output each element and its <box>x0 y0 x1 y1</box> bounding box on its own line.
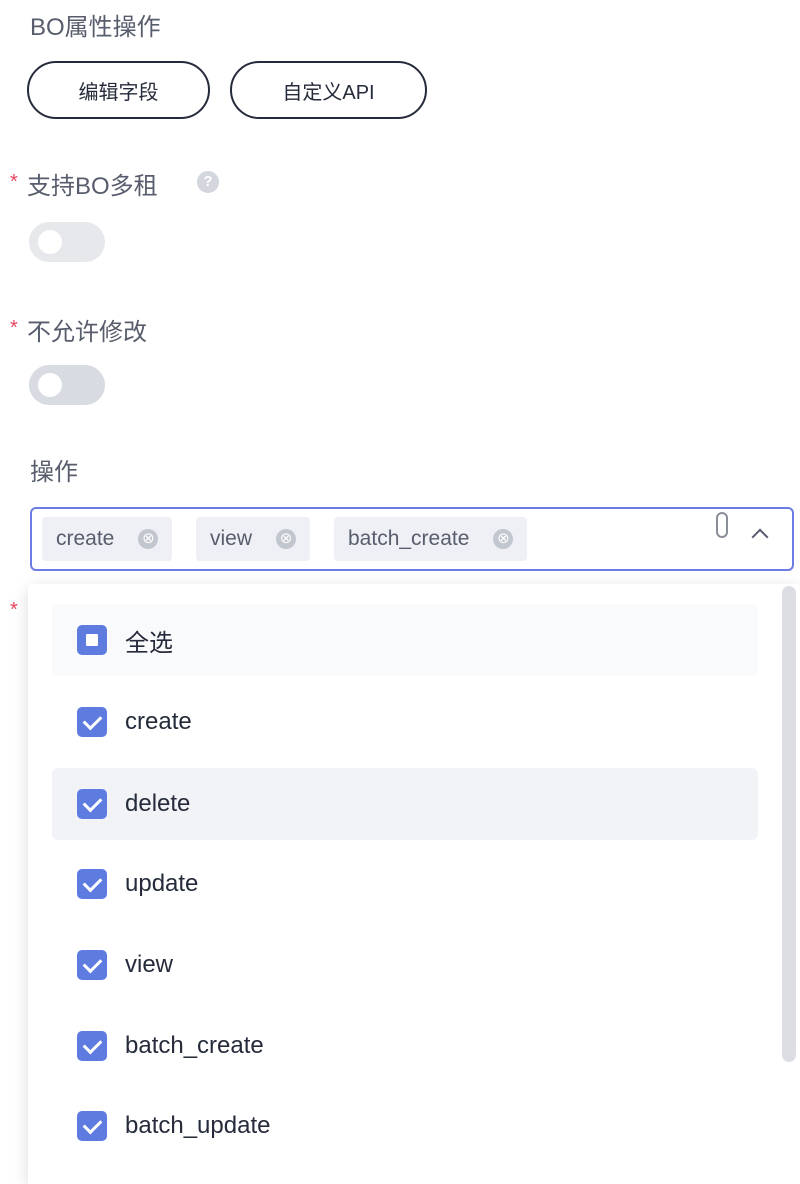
option-view[interactable]: view <box>52 929 758 1001</box>
multi-tenant-toggle[interactable] <box>29 222 105 262</box>
checkbox-checked-icon[interactable] <box>77 950 107 980</box>
help-icon[interactable]: ? <box>197 171 219 193</box>
not-modifiable-label: 不允许修改 <box>27 319 147 346</box>
option-label: view <box>125 951 174 978</box>
required-star: * <box>10 599 18 621</box>
checkbox-checked-icon[interactable] <box>77 789 107 819</box>
operations-dropdown: 全选 create delete update view batch_creat… <box>28 584 800 1184</box>
checkbox-checked-icon[interactable] <box>77 707 107 737</box>
option-batch-create[interactable]: batch_create <box>52 1010 758 1082</box>
option-label: update <box>125 870 199 897</box>
tag-label: view <box>210 527 253 550</box>
selected-tag: create ⊗ <box>42 517 173 561</box>
select-all-option[interactable]: 全选 <box>52 604 758 676</box>
selected-tag: view ⊗ <box>196 517 311 561</box>
option-batch-update[interactable]: batch_update <box>52 1090 758 1162</box>
required-star: * <box>10 317 18 339</box>
edit-fields-button[interactable]: 编辑字段 <box>27 61 210 119</box>
tag-label: create <box>56 527 115 550</box>
checkbox-checked-icon[interactable] <box>77 1031 107 1061</box>
chevron-up-icon[interactable] <box>751 528 769 546</box>
not-modifiable-toggle[interactable] <box>29 365 105 405</box>
toggle-knob <box>38 373 62 397</box>
multi-tenant-label: 支持BO多租 <box>27 173 158 200</box>
required-star: * <box>10 171 18 193</box>
tag-remove-icon[interactable]: ⊗ <box>276 529 297 549</box>
toggle-knob <box>38 230 62 254</box>
option-label: delete <box>125 790 191 817</box>
option-create[interactable]: create <box>52 686 758 758</box>
option-label: batch_update <box>125 1112 271 1139</box>
option-label: batch_create <box>125 1032 264 1059</box>
tag-remove-icon[interactable]: ⊗ <box>493 529 514 549</box>
tag-remove-icon[interactable]: ⊗ <box>138 529 159 549</box>
custom-api-button[interactable]: 自定义API <box>230 61 427 119</box>
operations-multiselect[interactable]: create ⊗ view ⊗ batch_create ⊗ <box>30 507 794 571</box>
tag-label: batch_create <box>348 527 470 550</box>
checkbox-checked-icon[interactable] <box>77 1111 107 1141</box>
operations-label: 操作 <box>30 459 78 486</box>
option-update[interactable]: update <box>52 848 758 920</box>
dropdown-scrollbar[interactable] <box>782 586 796 1062</box>
checkbox-indeterminate-icon[interactable] <box>77 625 107 655</box>
option-label: 全选 <box>125 629 173 657</box>
checkbox-checked-icon[interactable] <box>77 869 107 899</box>
option-label: create <box>125 708 192 735</box>
bo-ops-label: BO属性操作 <box>30 14 161 41</box>
bo-config-panel: BO属性操作 编辑字段 自定义API * 支持BO多租 ? * 不允许修改 操作… <box>0 0 800 1184</box>
tag-scrollbar[interactable] <box>716 512 728 538</box>
selected-tag: batch_create ⊗ <box>334 517 528 561</box>
option-delete[interactable]: delete <box>52 768 758 840</box>
